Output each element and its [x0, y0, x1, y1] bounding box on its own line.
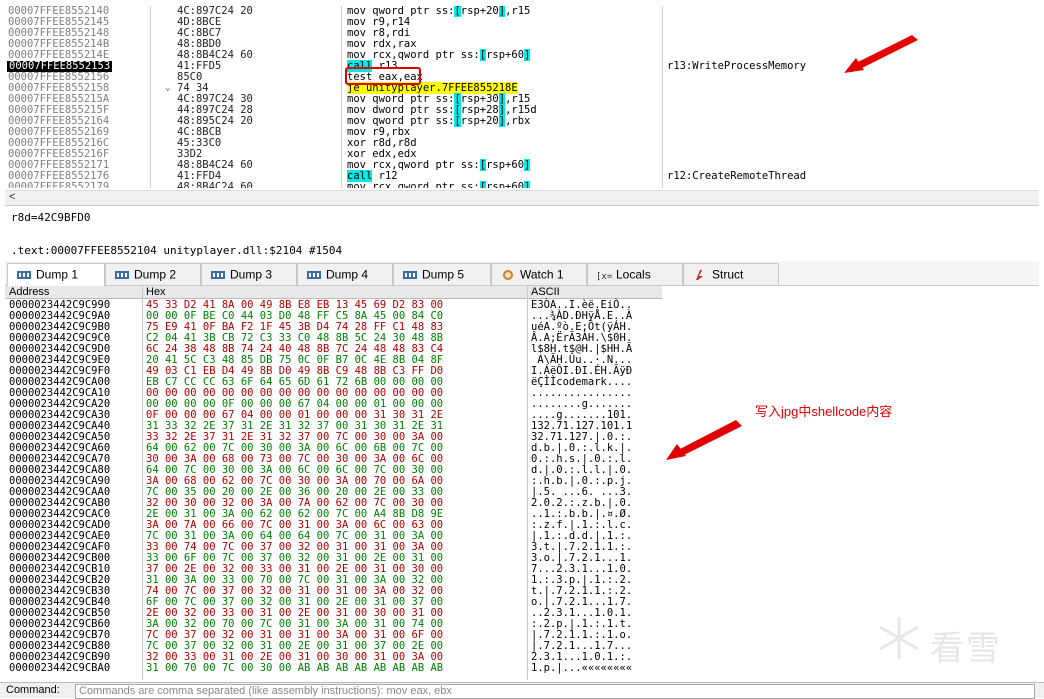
instruction-segment: ]	[524, 49, 531, 61]
tab-dump-2[interactable]: Dump 2	[105, 263, 201, 285]
instruction-segment: rsp+60	[486, 159, 525, 171]
tab-label: Watch 1	[520, 267, 564, 282]
tab-dump-1[interactable]: Dump 1	[7, 263, 105, 286]
instruction-segment: rsp+60	[486, 181, 525, 189]
disasm-bytes: 48:8B4C24 60	[177, 181, 253, 189]
memory-dump-icon	[17, 270, 31, 279]
tab-dump-3[interactable]: Dump 3	[201, 263, 297, 285]
info-register-line: r8d=42C9BFD0	[11, 211, 91, 224]
hex-dump-view[interactable]: Address Hex ASCII 0000023442C9C990 45 33 …	[5, 286, 662, 680]
disasm-row[interactable]: 00007FFEE8552145 4D:8BCE mov r9,r14	[5, 17, 1039, 28]
instruction-segment: mov rcx,qword ptr ss:	[347, 181, 480, 189]
instruction-segment: ]	[524, 181, 531, 188]
memory-dump-icon	[115, 270, 129, 279]
instruction-segment: ,r15	[505, 6, 531, 17]
jump-arrow-icon: ⌄	[165, 83, 171, 93]
dump-header-address: Address	[9, 286, 50, 298]
dump-header-ascii: ASCII	[531, 286, 560, 298]
dump-tab-bar: Dump 1 Dump 2 Dump 3 Dump 4 Dump 5 Watch 1 [x=…	[5, 261, 1039, 286]
tab-label: Dump 2	[134, 267, 177, 282]
dump-row[interactable]: 0000023442C9CBA0 31 00 70 00 7C 00 30 00 …	[5, 663, 662, 674]
memory-dump-icon	[307, 270, 321, 279]
tab-struct[interactable]: Struct	[683, 263, 779, 285]
tab-label: Dump 3	[230, 267, 273, 282]
command-label: Command:	[6, 684, 60, 696]
annotation-arrow-writeprocessmemory	[844, 35, 918, 73]
highlight-box-call-r13	[345, 67, 421, 85]
info-address-line: .text:00007FFEE8552104 unityplayer.dll:$…	[11, 244, 343, 257]
scroll-left-icon[interactable]: <	[9, 191, 15, 203]
tab-label: Dump 5	[422, 267, 465, 282]
disasm-comment: r12:CreateRemoteThread	[667, 170, 807, 182]
tab-locals[interactable]: [x=] Locals	[587, 263, 683, 285]
snowflake-logo-icon	[879, 617, 919, 659]
disasm-row[interactable]: 00007FFEE8552179 48:8B4C24 60 mov rcx,qwor…	[5, 181, 1039, 189]
disasm-row[interactable]: 00007FFEE855216C 45:33C0 xor r8d,r8d	[5, 138, 1039, 149]
annotation-shellcode-label: 写入jpg中shellcode内容	[755, 404, 893, 419]
watermark: 看雪	[870, 613, 1030, 668]
dump-address: 0000023442C9CBA0	[9, 662, 111, 674]
tab-label: Locals	[616, 267, 651, 282]
command-bar: Command: Commands are comma separated (l…	[0, 682, 1044, 699]
disasm-row[interactable]: 00007FFEE8552140 4C:897C24 20 mov qword pt…	[5, 6, 1039, 17]
dump-header-hex: Hex	[146, 286, 166, 298]
disasm-address: 00007FFEE8552179	[8, 181, 110, 189]
instruction-segment: ,rbx	[505, 115, 531, 127]
tab-label: Dump 1	[36, 267, 79, 282]
tab-dump-5[interactable]: Dump 5	[393, 263, 491, 285]
disasm-row[interactable]: 00007FFEE8552171 48:8B4C24 60 mov rcx,qwor…	[5, 159, 1039, 171]
memory-dump-icon	[211, 270, 225, 279]
watch-icon	[503, 269, 513, 280]
watermark-text: 看雪	[930, 630, 1002, 668]
disasm-row[interactable]: 00007FFEE8552169 4C:8BCB mov r9,rbx	[5, 127, 1039, 138]
instruction-segment: ]	[524, 159, 531, 171]
annotation-arrow-shellcode	[666, 420, 742, 460]
disasm-comment: r13:WriteProcessMemory	[667, 60, 807, 72]
dump-hex: 31 00 70 00 7C 00 30 00 AB AB AB AB AB A…	[146, 662, 444, 674]
horizontal-scrollbar[interactable]: <	[5, 190, 1039, 205]
info-pane: r8d=42C9BFD0 .text:00007FFEE8552104 unit…	[5, 205, 1039, 260]
struct-icon	[696, 269, 703, 280]
svg-text:[x=]: [x=]	[596, 272, 612, 281]
disasm-row[interactable]: 00007FFEE8552164 48:895C24 20 mov qword pt…	[5, 115, 1039, 127]
locals-icon: [x=]	[596, 272, 612, 281]
instruction-segment: rsp+20	[460, 115, 499, 127]
disasm-instruction: mov rcx,qword ptr ss:[rsp+60]	[347, 181, 531, 189]
tab-dump-4[interactable]: Dump 4	[297, 263, 393, 285]
instruction-segment: rsp+20	[460, 6, 499, 17]
memory-dump-icon	[403, 270, 417, 279]
dump-ascii: 1.p.|...««««««««	[531, 662, 633, 674]
instruction-segment: rsp+60	[486, 49, 525, 61]
tab-label: Dump 4	[326, 267, 369, 282]
tab-label: Struct	[712, 267, 744, 282]
dump-header: Address Hex ASCII	[5, 286, 662, 299]
tab-watch-1[interactable]: Watch 1	[491, 263, 587, 285]
